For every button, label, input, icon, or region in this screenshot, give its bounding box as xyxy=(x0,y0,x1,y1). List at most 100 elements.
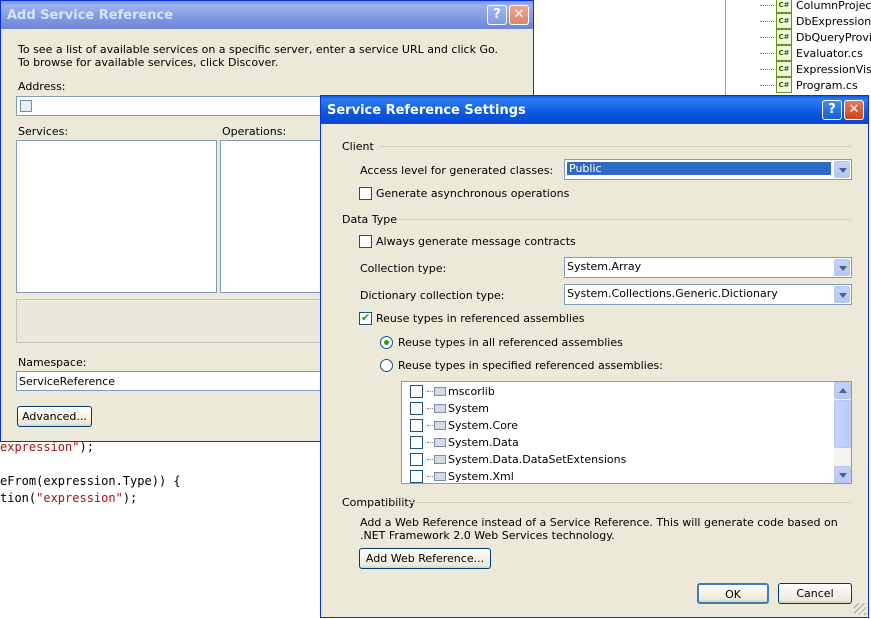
file-label: ColumnProjector. xyxy=(796,0,871,12)
namespace-input[interactable]: ServiceReference xyxy=(16,371,326,391)
file-label: Program.cs xyxy=(796,78,858,92)
access-level-select[interactable]: Public xyxy=(564,159,852,180)
assembly-name: System xyxy=(448,402,490,415)
group-divider xyxy=(379,146,851,147)
reuse-specified-radio[interactable] xyxy=(380,359,393,372)
list-item[interactable]: System xyxy=(410,400,489,417)
reuse-specified-label[interactable]: Reuse types in specified referenced asse… xyxy=(398,359,663,372)
advanced-button[interactable]: Advanced... xyxy=(17,406,92,427)
reference-icon xyxy=(434,455,446,464)
generate-async-label[interactable]: Generate asynchronous operations xyxy=(376,187,569,200)
assembly-name: System.Data.DataSetExtensions xyxy=(448,453,627,466)
list-item[interactable]: System.Xml xyxy=(410,468,514,483)
code-line: tion("expression"); xyxy=(0,491,137,505)
reference-icon xyxy=(434,472,446,481)
group-divider xyxy=(410,502,851,503)
operations-list[interactable] xyxy=(220,140,330,293)
csharp-file-icon: C# xyxy=(776,0,792,13)
services-list[interactable] xyxy=(16,140,217,293)
help-button[interactable]: ? xyxy=(822,100,842,120)
list-item[interactable]: System.Core xyxy=(410,417,518,434)
reference-icon xyxy=(434,404,446,413)
access-level-label: Access level for generated classes: xyxy=(360,164,554,177)
assembly-checkbox[interactable] xyxy=(410,470,423,483)
operations-label: Operations: xyxy=(222,125,287,138)
services-label: Services: xyxy=(18,125,69,138)
scroll-thumb[interactable] xyxy=(834,400,851,448)
data-type-group-label: Data Type xyxy=(342,213,398,226)
list-item[interactable]: mscorlib xyxy=(410,383,495,400)
address-label: Address: xyxy=(18,80,66,93)
compatibility-text: Add a Web Reference instead of a Service… xyxy=(360,516,838,542)
file-label: Evaluator.cs xyxy=(796,46,863,60)
assembly-checkbox[interactable] xyxy=(410,402,423,415)
assembly-checkbox[interactable] xyxy=(410,419,423,432)
scroll-up-icon[interactable] xyxy=(834,382,851,399)
reference-icon xyxy=(434,421,446,430)
scroll-down-icon[interactable] xyxy=(834,466,851,483)
csharp-file-icon: C# xyxy=(776,77,792,93)
code-text: ); xyxy=(122,491,138,505)
code-string: "expression" xyxy=(36,491,123,505)
access-level-value: Public xyxy=(567,162,831,175)
namespace-value: ServiceReference xyxy=(19,375,116,388)
collection-type-label: Collection type: xyxy=(360,262,447,275)
assemblies-list[interactable]: mscorlib System System.Core System.Data … xyxy=(401,381,852,484)
csharp-file-icon: C# xyxy=(776,45,792,61)
address-input[interactable] xyxy=(16,96,336,116)
reuse-all-label[interactable]: Reuse types in all referenced assemblies xyxy=(398,336,623,349)
solution-file-item[interactable]: C# DbQueryProvide xyxy=(760,29,871,45)
always-generate-checkbox[interactable] xyxy=(359,235,372,248)
dialog-title: Service Reference Settings xyxy=(327,102,526,118)
cancel-button[interactable]: Cancel xyxy=(778,583,852,604)
code-editor[interactable]: expression"); eFrom(expression.Type)) { … xyxy=(0,430,330,619)
assembly-checkbox[interactable] xyxy=(410,453,423,466)
chevron-down-icon[interactable] xyxy=(834,286,850,303)
assembly-checkbox[interactable] xyxy=(410,436,423,449)
reuse-types-label[interactable]: Reuse types in referenced assemblies xyxy=(376,312,585,325)
add-web-reference-button[interactable]: Add Web Reference... xyxy=(359,548,491,569)
assemblies-scrollbar[interactable] xyxy=(834,382,851,483)
dictionary-type-select[interactable]: System.Collections.Generic.Dictionary xyxy=(564,284,852,305)
list-item[interactable]: System.Data xyxy=(410,434,519,451)
chevron-down-icon[interactable] xyxy=(834,161,850,178)
reference-icon xyxy=(434,438,446,447)
namespace-label: Namespace: xyxy=(18,356,87,369)
client-group-label: Client xyxy=(342,140,374,153)
dialog-title: Add Service Reference xyxy=(7,7,174,23)
close-button[interactable]: ✕ xyxy=(844,100,864,120)
always-generate-label[interactable]: Always generate message contracts xyxy=(376,235,576,248)
reuse-types-checkbox[interactable] xyxy=(359,311,372,325)
chevron-down-icon[interactable] xyxy=(834,259,850,276)
reuse-all-radio[interactable] xyxy=(380,336,393,349)
code-line: eFrom(expression.Type)) { xyxy=(0,474,181,488)
code-text: ); xyxy=(79,440,94,454)
reference-icon xyxy=(434,387,446,396)
close-button[interactable]: ✕ xyxy=(509,5,529,25)
assembly-name: System.Data xyxy=(448,436,519,449)
generate-async-checkbox[interactable] xyxy=(359,187,372,200)
csharp-file-icon: C# xyxy=(776,61,792,77)
solution-file-item[interactable]: C# ColumnProjector. xyxy=(760,0,871,13)
solution-file-item[interactable]: C# ExpressionVisito xyxy=(760,61,871,77)
compatibility-group-label: Compatibility xyxy=(342,496,416,509)
assembly-name: System.Xml xyxy=(448,470,514,483)
dictionary-type-label: Dictionary collection type: xyxy=(360,289,505,302)
title-bar[interactable]: Service Reference Settings ? ✕ xyxy=(321,96,868,124)
intro-text: To see a list of available services on a… xyxy=(18,43,499,69)
assembly-checkbox[interactable] xyxy=(410,385,423,398)
solution-file-item[interactable]: C# Evaluator.cs xyxy=(760,45,863,61)
solution-file-item[interactable]: C# DbExpressions. xyxy=(760,13,871,29)
code-line: expression"); xyxy=(0,440,94,454)
file-label: DbExpressions. xyxy=(796,14,871,28)
solution-file-item[interactable]: C# Program.cs xyxy=(760,77,858,93)
collection-type-select[interactable]: System.Array xyxy=(564,257,852,278)
list-item[interactable]: System.Data.DataSetExtensions xyxy=(410,451,626,468)
collection-type-value: System.Array xyxy=(567,260,642,273)
code-text: tion( xyxy=(0,491,37,505)
ok-button[interactable]: OK xyxy=(697,583,769,604)
file-label: DbQueryProvide xyxy=(796,30,871,44)
resize-grip-icon[interactable] xyxy=(854,603,866,615)
help-button[interactable]: ? xyxy=(487,5,507,25)
title-bar[interactable]: Add Service Reference ? ✕ xyxy=(1,1,533,29)
